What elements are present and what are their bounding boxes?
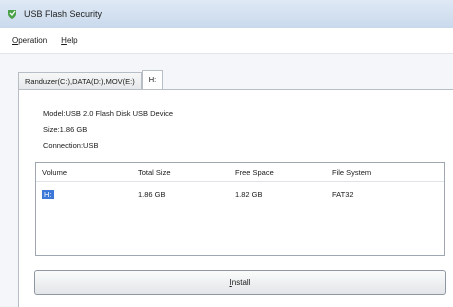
window-title: USB Flash Security (24, 9, 103, 19)
col-volume[interactable]: Volume (36, 168, 132, 177)
install-label: nstall (231, 278, 251, 287)
device-model: Model:USB 2.0 Flash Disk USB Device (43, 109, 174, 118)
row-volume-cell: H: (36, 189, 132, 199)
row-free-space: 1.82 GB (235, 189, 263, 199)
app-window: USB Flash Security Operation Help Randuz… (0, 0, 453, 307)
device-size: Size:1.86 GB (43, 125, 88, 134)
col-free-space[interactable]: Free Space (229, 168, 326, 177)
menu-help-label: elp (66, 36, 78, 45)
device-info: Model:USB 2.0 Flash Disk USB Device Size… (43, 106, 173, 154)
usb-shield-icon (8, 10, 16, 19)
volume-list[interactable]: Volume Total Size Free Space File System… (35, 162, 445, 256)
menu-operation[interactable]: Operation (10, 34, 49, 47)
tab-panel: Model:USB 2.0 Flash Disk USB Device Size… (18, 89, 453, 307)
install-button[interactable]: Install (34, 270, 446, 295)
col-file-system[interactable]: File System (326, 168, 432, 177)
menu-bar: Operation Help (0, 28, 453, 54)
col-total-size[interactable]: Total Size (132, 168, 229, 177)
tab-local-drives[interactable]: Randuzer(C:),DATA(D:),MOV(E:) (18, 72, 142, 90)
device-connection: Connection:USB (43, 141, 99, 150)
table-row[interactable]: H: 1.86 GB 1.82 GB FAT32 (36, 187, 444, 201)
menu-operation-label: peration (18, 36, 48, 45)
row-file-system: FAT32 (332, 189, 354, 199)
row-total-size: 1.86 GB (138, 189, 166, 199)
title-bar: USB Flash Security (0, 0, 453, 28)
menu-help[interactable]: Help (59, 34, 79, 47)
volume-list-header: Volume Total Size Free Space File System (36, 163, 444, 182)
row-volume: H: (42, 189, 54, 199)
drive-tabs: Randuzer(C:),DATA(D:),MOV(E:) H: (18, 70, 164, 98)
